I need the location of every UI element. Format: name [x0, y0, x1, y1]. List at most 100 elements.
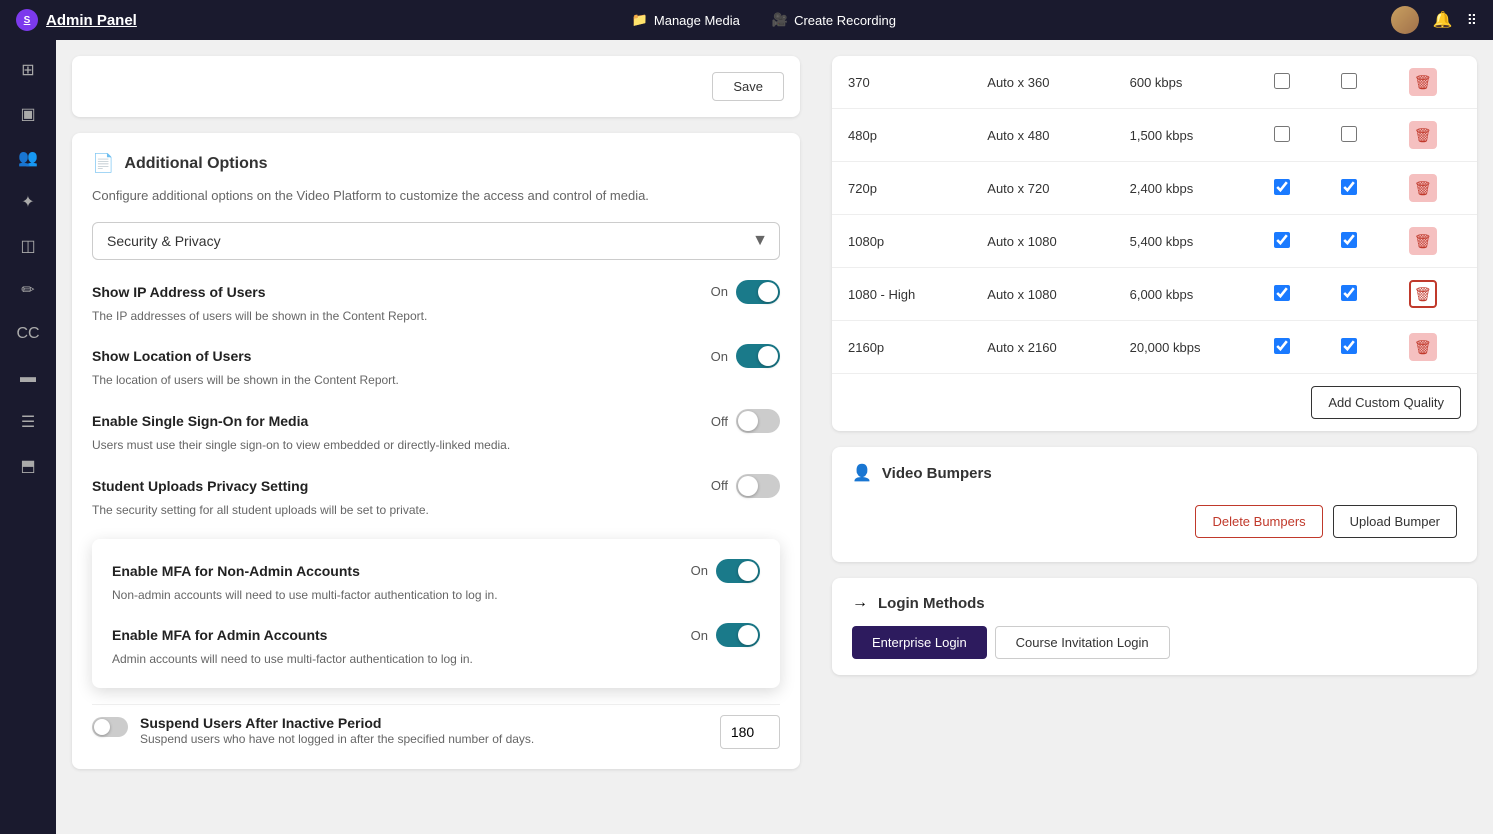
video-bumpers-title: Video Bumpers: [882, 465, 992, 482]
suspend-days-input[interactable]: [720, 715, 780, 749]
avatar[interactable]: [1391, 6, 1419, 34]
quality-resolution: Auto x 360: [971, 56, 1113, 109]
toggle-sso[interactable]: [736, 409, 780, 433]
sidebar-item-layers[interactable]: ◫: [10, 228, 46, 264]
setting-row-show-location-header: Show Location of Users On: [92, 344, 780, 368]
quality-checkbox-col1[interactable]: [1274, 285, 1290, 301]
setting-desc-show-location: The location of users will be shown in t…: [92, 372, 780, 389]
quality-checkbox-col2[interactable]: [1341, 73, 1357, 89]
toggle-thumb-mfa-nonadmin: [738, 561, 758, 581]
quality-checkbox-col2[interactable]: [1341, 338, 1357, 354]
security-privacy-dropdown[interactable]: Security & Privacy Content Access Playba…: [92, 222, 780, 260]
apps-icon[interactable]: ⠿: [1467, 12, 1477, 29]
quality-col2: [1325, 321, 1392, 374]
sidebar-item-analytics[interactable]: ✦: [10, 184, 46, 220]
toggle-mfa-admin[interactable]: [716, 623, 760, 647]
delete-quality-btn[interactable]: 🗑: [1409, 227, 1437, 255]
delete-quality-btn[interactable]: 🗑: [1409, 333, 1437, 361]
quality-checkbox-col2[interactable]: [1341, 285, 1357, 301]
sidebar-item-reports[interactable]: ⬒: [10, 448, 46, 484]
toggle-thumb-mfa-admin: [738, 625, 758, 645]
main-layout: Save 📄 Additional Options Configure addi…: [56, 40, 1493, 834]
quality-checkbox-col1[interactable]: [1274, 179, 1290, 195]
quality-checkbox-col1[interactable]: [1274, 126, 1290, 142]
toggle-suspend[interactable]: [92, 717, 128, 737]
quality-name: 720p: [832, 162, 971, 215]
table-row: 720p Auto x 720 2,400 kbps 🗑: [832, 162, 1477, 215]
quality-checkbox-col1[interactable]: [1274, 338, 1290, 354]
top-nav-center: 📁 Manage Media 🎥 Create Recording: [161, 12, 1367, 28]
login-methods-card: → Login Methods Enterprise Login Course …: [832, 578, 1477, 675]
toggle-group-mfa-nonadmin: On: [691, 559, 760, 583]
setting-label-mfa-nonadmin: Enable MFA for Non-Admin Accounts: [112, 563, 360, 579]
quality-delete: 🗑: [1393, 109, 1477, 162]
brand-logo[interactable]: S Admin Panel: [16, 9, 137, 31]
quality-bitrate: 1,500 kbps: [1114, 109, 1258, 162]
mfa-elevated-card: Enable MFA for Non-Admin Accounts On Non…: [92, 539, 780, 689]
quality-checkbox-col2[interactable]: [1341, 126, 1357, 142]
delete-bumpers-button[interactable]: Delete Bumpers: [1195, 505, 1322, 538]
toggle-show-location[interactable]: [736, 344, 780, 368]
quality-resolution: Auto x 480: [971, 109, 1113, 162]
toggle-group-show-ip: On: [711, 280, 780, 304]
toggle-student-privacy[interactable]: [736, 474, 780, 498]
sidebar-item-paint[interactable]: ✏: [10, 272, 46, 308]
setting-row-mfa-nonadmin: Enable MFA for Non-Admin Accounts On Non…: [112, 559, 760, 604]
delete-quality-btn-active[interactable]: 🗑: [1409, 280, 1437, 308]
notifications-icon[interactable]: 🔔: [1433, 10, 1453, 30]
quality-checkbox-col2[interactable]: [1341, 232, 1357, 248]
login-methods-header: → Login Methods: [852, 594, 1457, 612]
delete-quality-btn[interactable]: 🗑: [1409, 174, 1437, 202]
quality-checkbox-col1[interactable]: [1274, 232, 1290, 248]
right-panel: 370 Auto x 360 600 kbps 🗑 480p Auto x 48…: [816, 40, 1493, 834]
save-button[interactable]: Save: [712, 72, 784, 101]
toggle-thumb-student-privacy: [738, 476, 758, 496]
create-recording-nav[interactable]: 🎥 Create Recording: [772, 12, 896, 28]
quality-col1: [1258, 109, 1325, 162]
quality-delete: 🗑: [1393, 215, 1477, 268]
setting-label-sso: Enable Single Sign-On for Media: [92, 413, 308, 429]
quality-checkbox-col1[interactable]: [1274, 73, 1290, 89]
delete-quality-btn[interactable]: 🗑: [1409, 68, 1437, 96]
setting-row-show-ip: Show IP Address of Users On The IP addre…: [92, 280, 780, 325]
suspend-desc: Suspend users who have not logged in aft…: [140, 731, 708, 748]
quality-col1: [1258, 321, 1325, 374]
toggle-mfa-nonadmin[interactable]: [716, 559, 760, 583]
manage-media-label: Manage Media: [654, 13, 740, 28]
quality-name: 1080p: [832, 215, 971, 268]
quality-bitrate: 2,400 kbps: [1114, 162, 1258, 215]
setting-row-sso: Enable Single Sign-On for Media Off User…: [92, 409, 780, 454]
login-method-tabs: Enterprise Login Course Invitation Login: [852, 626, 1457, 659]
setting-label-show-ip: Show IP Address of Users: [92, 284, 266, 300]
sidebar-item-table[interactable]: ☰: [10, 404, 46, 440]
add-custom-quality-button[interactable]: Add Custom Quality: [1311, 386, 1461, 419]
sidebar-item-dashboard[interactable]: ⊞: [10, 52, 46, 88]
quality-name: 1080 - High: [832, 268, 971, 321]
brand-icon: S: [16, 9, 38, 31]
sidebar-item-display[interactable]: ▬: [10, 360, 46, 396]
setting-desc-show-ip: The IP addresses of users will be shown …: [92, 308, 780, 325]
course-invitation-login-tab[interactable]: Course Invitation Login: [995, 626, 1170, 659]
setting-row-mfa-admin-header: Enable MFA for Admin Accounts On: [112, 623, 760, 647]
sidebar-item-captions[interactable]: CC: [10, 316, 46, 352]
enterprise-login-tab[interactable]: Enterprise Login: [852, 626, 987, 659]
quality-col2: [1325, 56, 1392, 109]
brand-label: Admin Panel: [46, 12, 137, 29]
quality-checkbox-col2[interactable]: [1341, 179, 1357, 195]
quality-resolution: Auto x 720: [971, 162, 1113, 215]
quality-delete: 🗑: [1393, 321, 1477, 374]
manage-media-nav[interactable]: 📁 Manage Media: [632, 12, 740, 28]
delete-quality-btn[interactable]: 🗑: [1409, 121, 1437, 149]
quality-name: 2160p: [832, 321, 971, 374]
setting-label-mfa-admin: Enable MFA for Admin Accounts: [112, 627, 327, 643]
upload-bumper-button[interactable]: Upload Bumper: [1333, 505, 1457, 538]
table-row: 1080p Auto x 1080 5,400 kbps 🗑: [832, 215, 1477, 268]
toggle-show-ip[interactable]: [736, 280, 780, 304]
sidebar-item-media[interactable]: ▣: [10, 96, 46, 132]
setting-row-student-privacy-header: Student Uploads Privacy Setting Off: [92, 474, 780, 498]
setting-row-student-privacy: Student Uploads Privacy Setting Off The …: [92, 474, 780, 519]
setting-label-student-privacy: Student Uploads Privacy Setting: [92, 478, 308, 494]
sidebar-item-users[interactable]: 👥: [10, 140, 46, 176]
suspend-info: Suspend Users After Inactive Period Susp…: [140, 715, 708, 748]
quality-col2: [1325, 109, 1392, 162]
